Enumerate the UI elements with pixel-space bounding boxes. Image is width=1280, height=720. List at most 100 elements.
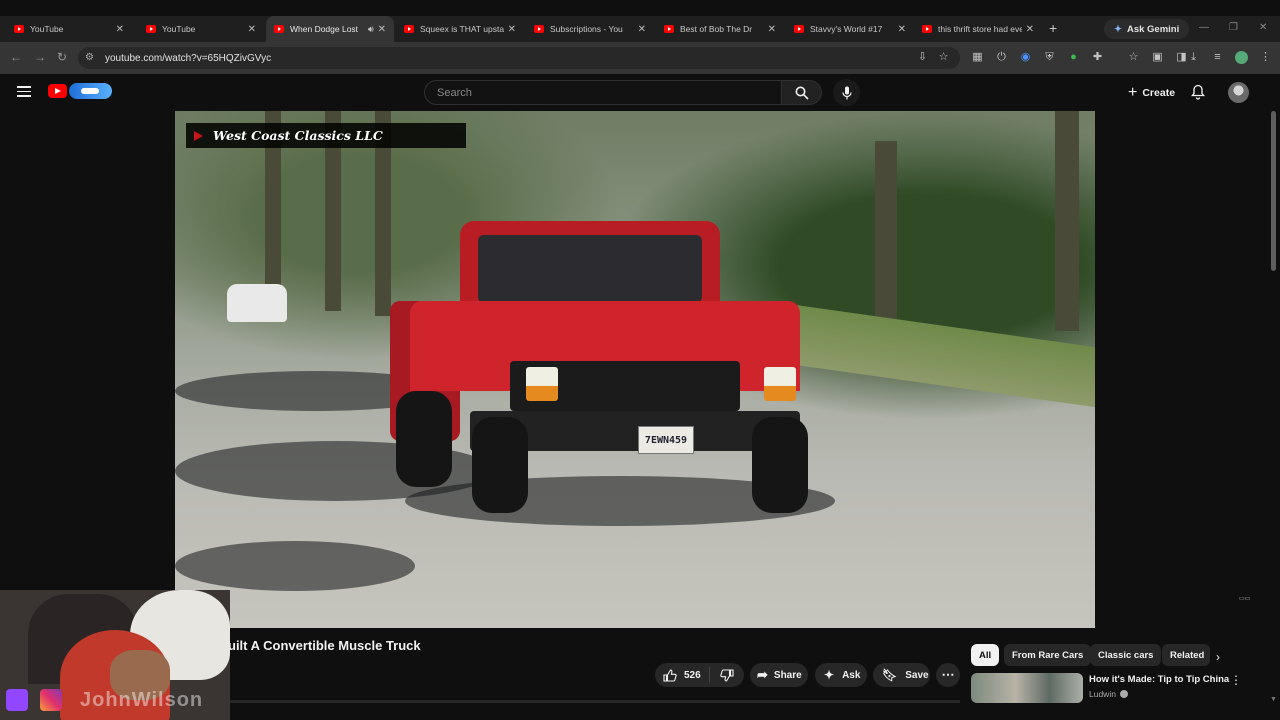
speaker-icon[interactable]: 🔊︎: [368, 24, 374, 35]
recommendation-title[interactable]: How it's Made: Tip to Tip China: [1089, 674, 1229, 685]
recommendation-menu-icon[interactable]: ⋮: [1230, 673, 1242, 687]
license-plate: 7EWN459: [638, 426, 694, 454]
youtube-favicon-icon: [146, 25, 156, 33]
search-input[interactable]: Search: [424, 80, 782, 105]
tab-title: Subscriptions - You: [550, 24, 623, 34]
media-controls-icon[interactable]: ≡: [1211, 51, 1224, 64]
instagram-icon: [40, 689, 62, 711]
profile-icon[interactable]: [1235, 51, 1248, 64]
like-button[interactable]: 526: [655, 667, 710, 683]
browser-tab[interactable]: Squeex is THAT upstair ✕: [396, 16, 524, 42]
youtube-logo-icon[interactable]: [48, 84, 67, 98]
url-text: youtube.com/watch?v=65HQZivGVyc: [105, 52, 272, 64]
green-extension-icon[interactable]: ●: [1067, 51, 1080, 64]
share-button[interactable]: ➦ Share: [750, 663, 808, 687]
ask-button[interactable]: ✦ Ask: [815, 663, 867, 687]
share-icon: ➦: [757, 667, 768, 682]
more-actions-button[interactable]: ⋯: [936, 663, 960, 687]
tab-title: Squeex is THAT upstair: [420, 24, 504, 34]
page-scrollbar[interactable]: [1271, 111, 1276, 271]
shield-icon[interactable]: ⛨: [1043, 51, 1056, 64]
browser-tab[interactable]: When Dodge Lost 🔊︎ ✕: [266, 16, 394, 42]
youtube-doodle[interactable]: [69, 83, 112, 99]
browser-tab[interactable]: Best of Bob The Dr ✕: [656, 16, 784, 42]
close-window-icon[interactable]: ✕: [1259, 22, 1267, 33]
search-button[interactable]: [782, 80, 822, 105]
puzzle-icon[interactable]: ✚: [1091, 51, 1104, 64]
forward-icon[interactable]: →: [34, 50, 46, 64]
close-tab-icon[interactable]: ✕: [638, 24, 646, 35]
youtube-favicon-icon: [14, 25, 24, 33]
close-tab-icon[interactable]: ✕: [768, 24, 776, 35]
tab-title: Stavvy's World #17: [810, 24, 883, 34]
maximize-icon[interactable]: ❐: [1229, 22, 1238, 33]
account-avatar[interactable]: [1228, 82, 1249, 103]
download-icon[interactable]: ⤓: [1187, 51, 1200, 64]
verified-icon: [1119, 690, 1128, 698]
split-view-icon[interactable]: ▣: [1151, 51, 1164, 64]
youtube-favicon-icon: [404, 25, 414, 33]
site-info-icon[interactable]: ⚙: [85, 52, 94, 63]
search-placeholder: Search: [437, 86, 472, 99]
browser-tab[interactable]: Stavvy's World #17 ✕: [786, 16, 914, 42]
close-tab-icon[interactable]: ✕: [378, 24, 386, 35]
bell-icon: [1191, 84, 1205, 100]
close-tab-icon[interactable]: ✕: [248, 24, 256, 35]
browser-tab[interactable]: Subscriptions - You ✕: [526, 16, 654, 42]
tab-title: this thrift store had eve: [938, 24, 1022, 34]
close-tab-icon[interactable]: ✕: [898, 24, 906, 35]
recommendation-channel-name: Ludwin: [1089, 689, 1116, 699]
ask-gemini-label: Ask Gemini: [1126, 23, 1180, 35]
power-icon[interactable]: ⏻: [995, 51, 1008, 64]
voice-search-button[interactable]: [833, 79, 860, 106]
microphone-icon: [841, 86, 852, 99]
ask-gemini-button[interactable]: ✦ Ask Gemini: [1104, 19, 1190, 39]
youtube-favicon-icon: [922, 25, 932, 33]
close-tab-icon[interactable]: ✕: [508, 24, 516, 35]
back-icon[interactable]: ←: [10, 50, 22, 64]
chevron-right-icon[interactable]: ›: [1216, 650, 1220, 664]
chip-from-rare-cars[interactable]: From Rare Cars: [1004, 644, 1092, 666]
minimize-icon[interactable]: —: [1199, 22, 1209, 33]
description-divider: [228, 700, 960, 703]
share-label: Share: [773, 669, 802, 681]
install-app-icon[interactable]: ⇩: [916, 51, 929, 64]
youtube-favicon-icon: [534, 25, 544, 33]
menu-dots-icon[interactable]: ⋮: [1259, 51, 1272, 64]
save-button[interactable]: 🔖︎ Save: [873, 663, 930, 687]
chip-classic-cars[interactable]: Classic cars: [1090, 644, 1162, 666]
recommendation-channel[interactable]: Ludwin: [1089, 689, 1128, 699]
chip-related[interactable]: Related: [1162, 644, 1210, 666]
bookmark-icon: 🔖︎: [882, 668, 898, 682]
sparkle-icon: ✦: [1114, 23, 1122, 35]
address-bar[interactable]: youtube.com/watch?v=65HQZivGVyc: [78, 47, 960, 69]
dislike-button[interactable]: [710, 668, 744, 682]
extension-icon[interactable]: ▦: [971, 51, 984, 64]
tab-title: When Dodge Lost: [290, 24, 359, 34]
new-tab-button[interactable]: +: [1049, 20, 1057, 36]
close-tab-icon[interactable]: ✕: [1026, 24, 1034, 35]
twitch-icon: [6, 689, 28, 711]
chip-all[interactable]: All: [971, 644, 1000, 666]
browser-tab[interactable]: YouTube ✕: [6, 16, 132, 42]
scroll-down-icon[interactable]: ▼: [1270, 696, 1277, 703]
bookmarks-icon[interactable]: ☆: [1127, 51, 1140, 64]
thumbs-down-icon: [720, 668, 734, 682]
watermark-text: West Coast Classics LLC: [213, 128, 383, 143]
video-corner-logo: ▭▭: [1239, 596, 1251, 602]
create-button[interactable]: + Create: [1118, 80, 1185, 105]
video-player[interactable]: 7EWN459 West Coast Classics LLC: [175, 111, 1095, 628]
close-tab-icon[interactable]: ✕: [116, 24, 124, 35]
palm-trunk: [1055, 111, 1079, 331]
signal-icon[interactable]: ◉: [1019, 51, 1032, 64]
youtube-favicon-icon: [794, 25, 804, 33]
recommendation-thumbnail[interactable]: [971, 673, 1083, 703]
menu-icon[interactable]: [17, 86, 31, 97]
browser-tab[interactable]: YouTube ✕: [138, 16, 264, 42]
notifications-button[interactable]: [1191, 84, 1205, 105]
bookmark-star-icon[interactable]: ☆: [937, 51, 950, 64]
browser-tab[interactable]: this thrift store had eve ✕: [914, 16, 1042, 42]
tab-title: YouTube: [30, 24, 64, 34]
reload-icon[interactable]: ↻: [57, 50, 67, 64]
create-label: Create: [1142, 86, 1176, 99]
